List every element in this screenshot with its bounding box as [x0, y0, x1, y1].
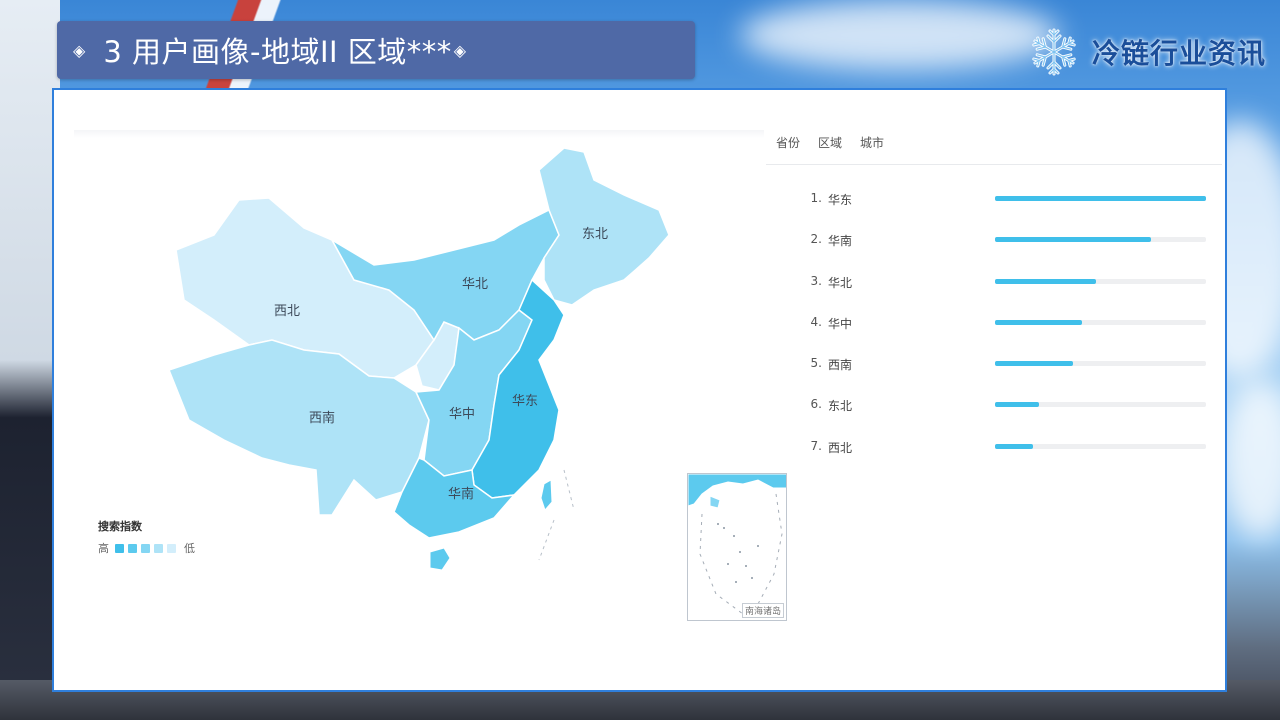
rank-bar-track	[995, 237, 1206, 243]
tab-city[interactable]: 城市	[860, 134, 884, 151]
rank-region-name: 东北	[828, 399, 853, 414]
rank-region-name: 西北	[828, 440, 853, 455]
rank-row: 6. 东北	[806, 394, 1206, 435]
legend-swatch	[141, 543, 150, 553]
diamond-icon: ◈	[73, 40, 86, 60]
map-region-label: 东北	[582, 227, 608, 242]
snowflake-icon	[1030, 28, 1078, 76]
rank-bar-track	[995, 443, 1206, 449]
rank-bar-track	[995, 361, 1206, 367]
divider	[74, 130, 764, 138]
legend-swatch	[167, 543, 176, 553]
legend-swatch	[154, 543, 163, 553]
map-region-label: 华中	[449, 407, 475, 422]
rank-bar-track	[995, 319, 1206, 325]
rank-row: 4. 华中	[806, 312, 1206, 353]
ranking-bar-chart: 1. 华东 2. 华南 3. 华北 4. 华中 5. 西南 6. 东北 7. 西北	[806, 188, 1206, 477]
map-island-taiwan[interactable]	[540, 479, 553, 511]
rank-bar	[995, 196, 1206, 201]
inset-label: 南海诸岛	[741, 603, 784, 618]
rank-region-name: 西南	[828, 358, 853, 373]
rank-row: 1. 华东	[806, 188, 1206, 229]
rank-row: 5. 西南	[806, 353, 1206, 394]
tab-region[interactable]: 区域	[818, 134, 842, 151]
map-legend: 搜索指数 高 低	[98, 518, 195, 556]
rank-region-name: 华东	[828, 193, 853, 207]
inset-svg	[688, 474, 786, 615]
background-cloud	[1220, 380, 1280, 540]
ranking-tabs: 省份 区域 城市	[776, 134, 902, 151]
tab-province[interactable]: 省份	[776, 134, 800, 151]
map-region-label: 华南	[448, 486, 474, 502]
rank-bar	[995, 443, 1033, 449]
rank-bar-track	[995, 402, 1206, 408]
map-region-label: 西南	[309, 410, 335, 426]
rank-bar-track	[995, 278, 1206, 284]
legend-high-label: 高	[98, 542, 109, 555]
rank-bar-track	[995, 196, 1206, 201]
map-island-hainan[interactable]	[429, 547, 451, 571]
rank-bar	[995, 278, 1097, 284]
map-region-label: 西北	[274, 304, 300, 319]
rank-row: 3. 华北	[806, 271, 1206, 312]
map-svg: 西北 华北 东北西南 华中 华东华南	[168, 147, 670, 571]
title-bar: ◈ 3 用户画像-地域II 区域*** ◈	[57, 21, 695, 79]
rank-row: 2. 华南	[806, 229, 1206, 270]
rank-row: 7. 西北	[806, 436, 1206, 477]
rank-index: 2.	[810, 232, 822, 247]
legend-swatch	[128, 543, 137, 553]
legend-swatch	[115, 543, 124, 553]
rank-region-name: 华南	[828, 234, 853, 249]
brand: 冷链行业资讯	[1028, 24, 1266, 80]
background-cloud	[740, 0, 1060, 70]
china-region-map: 西北 华北 东北西南 华中 华东华南 南海诸岛	[154, 140, 787, 621]
divider	[766, 164, 1222, 165]
rank-region-name: 华北	[828, 275, 853, 290]
rank-index: 4.	[810, 314, 822, 329]
rank-index: 5.	[810, 356, 822, 371]
south-sea-inset: 南海诸岛	[687, 473, 787, 621]
map-region-label: 华北	[462, 277, 488, 292]
rank-bar	[995, 237, 1152, 243]
rank-index: 1.	[810, 191, 822, 205]
rank-bar	[995, 402, 1040, 408]
diamond-icon: ◈	[453, 40, 467, 60]
rank-index: 6.	[810, 397, 822, 412]
rank-index: 3.	[810, 273, 822, 288]
legend-title: 搜索指数	[98, 520, 142, 533]
rank-region-name: 华中	[828, 316, 853, 331]
brand-name: 冷链行业资讯	[1091, 37, 1266, 70]
legend-scale: 高 低	[98, 540, 195, 556]
rank-index: 7.	[810, 438, 822, 453]
rank-bar	[995, 319, 1082, 325]
legend-low-label: 低	[184, 542, 195, 555]
background-truck	[0, 0, 60, 720]
page-title: 3 用户画像-地域II 区域***	[103, 35, 452, 69]
rank-bar	[995, 361, 1074, 367]
map-region-label: 华东	[512, 394, 538, 409]
content-panel: 西北 华北 东北 西南 华中 华东 华南 南海诸岛 搜索指数 高 低 省份 区域…	[52, 88, 1227, 692]
